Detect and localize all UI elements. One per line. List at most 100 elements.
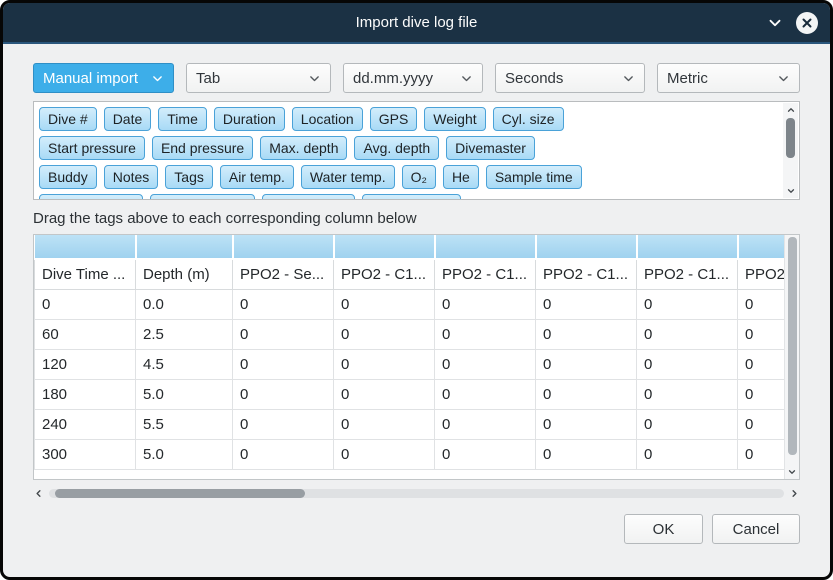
table-cell: 0: [334, 409, 435, 439]
table-row: 00.0000000: [35, 289, 801, 319]
chevron-down-icon: [777, 72, 790, 85]
chevron-down-icon: [308, 72, 321, 85]
tag-weight[interactable]: Weight: [424, 107, 485, 131]
tag-divemaster[interactable]: Divemaster: [446, 136, 535, 160]
dropdown-tab[interactable]: Tab: [186, 63, 331, 93]
dialog-content: Manual importTabdd.mm.yyyySecondsMetric …: [3, 63, 830, 544]
horizontal-scrollbar[interactable]: [33, 485, 800, 501]
titlebar[interactable]: Import dive log file: [3, 3, 830, 44]
table-cell: 0: [435, 439, 536, 469]
tag-sample-time[interactable]: Sample time: [486, 165, 582, 189]
table-row: 1204.5000000: [35, 349, 801, 379]
tag-water-temp[interactable]: Water temp.: [301, 165, 395, 189]
tag-o[interactable]: O₂: [402, 165, 436, 189]
tag-dive[interactable]: Dive #: [39, 107, 97, 131]
table-cell: 0: [435, 319, 536, 349]
close-button[interactable]: [796, 12, 818, 34]
table-cell: 0: [233, 409, 334, 439]
table-body: 00.0000000602.50000001204.50000001805.00…: [35, 289, 801, 469]
table-cell: 0: [233, 439, 334, 469]
drop-target-cell[interactable]: [334, 235, 435, 259]
table-cell: 300: [35, 439, 136, 469]
scroll-up-icon[interactable]: [786, 105, 796, 115]
tag-list: Dive # DateTime Duration Location GPSWeight C…: [34, 102, 799, 200]
dropdown-dd-mm-yyyy[interactable]: dd.mm.yyyy: [343, 63, 483, 93]
table-cell: 4.5: [136, 349, 233, 379]
table-cell: 0: [435, 289, 536, 319]
drop-target-cell[interactable]: [35, 235, 136, 259]
scrollbar-track[interactable]: [49, 489, 784, 498]
tag-duration[interactable]: Duration: [214, 107, 285, 131]
tag-he[interactable]: He: [443, 165, 479, 189]
tag-location[interactable]: Location: [292, 107, 363, 131]
drop-target-cell[interactable]: [136, 235, 233, 259]
tag-sample-cns[interactable]: Sample CNS: [362, 194, 461, 200]
dropdown-seconds[interactable]: Seconds: [495, 63, 645, 93]
scrollbar-handle[interactable]: [786, 118, 795, 158]
dropdown-value: Tab: [196, 70, 302, 87]
tag-date[interactable]: Date: [104, 107, 152, 131]
dropdown-metric[interactable]: Metric: [657, 63, 800, 93]
table-cell: 0: [536, 319, 637, 349]
column-header-ppo2-c1[interactable]: PPO2 - C1...: [334, 259, 435, 289]
table-cell: 5.0: [136, 439, 233, 469]
column-header-depth-m[interactable]: Depth (m): [136, 259, 233, 289]
column-header-dive-time[interactable]: Dive Time ...: [35, 259, 136, 289]
tag-row: Sample depth Sample temp. Sample pO₂ Sample…: [39, 194, 777, 200]
tag-row: Buddy NotesTags Air temp. Water temp. O₂ He Sa…: [39, 165, 777, 189]
dropdown-manual-import[interactable]: Manual import: [33, 63, 174, 93]
column-header-ppo2-se[interactable]: PPO2 - Se...: [233, 259, 334, 289]
tag-time[interactable]: Time: [158, 107, 207, 131]
table-header-row: Dive Time ...Depth (m)PPO2 - Se...PPO2 -…: [35, 259, 801, 289]
drop-target-cell[interactable]: [637, 235, 738, 259]
table-cell: 0: [334, 349, 435, 379]
table-cell: 0: [334, 319, 435, 349]
scroll-down-icon[interactable]: [786, 186, 796, 196]
table-cell: 0: [233, 379, 334, 409]
table-cell: 0: [536, 379, 637, 409]
table-vertical-scrollbar[interactable]: [784, 235, 799, 479]
scroll-right-icon[interactable]: [789, 488, 800, 499]
tag-start-pressure[interactable]: Start pressure: [39, 136, 145, 160]
table-cell: 5.0: [136, 379, 233, 409]
scroll-down-icon[interactable]: [785, 467, 799, 477]
tag-end-pressure[interactable]: End pressure: [152, 136, 253, 160]
chevron-down-icon[interactable]: [766, 14, 784, 32]
column-header-ppo2-c1[interactable]: PPO2 - C1...: [637, 259, 738, 289]
table-cell: 0: [536, 409, 637, 439]
drop-target-cell[interactable]: [233, 235, 334, 259]
tag-max-depth[interactable]: Max. depth: [260, 136, 347, 160]
tag-row: Dive # DateTime Duration Location GPSWeight C…: [39, 107, 777, 131]
tag-cyl-size[interactable]: Cyl. size: [493, 107, 564, 131]
table-cell: 240: [35, 409, 136, 439]
tag-tags[interactable]: Tags: [165, 165, 213, 189]
scrollbar-handle[interactable]: [55, 489, 305, 498]
tag-sample-depth[interactable]: Sample depth: [39, 194, 143, 200]
scroll-left-icon[interactable]: [33, 488, 44, 499]
tag-scrollbar[interactable]: [783, 103, 798, 198]
ok-button[interactable]: OK: [624, 514, 703, 544]
table-cell: 0: [435, 379, 536, 409]
chevron-down-icon: [622, 72, 635, 85]
cancel-button[interactable]: Cancel: [712, 514, 800, 544]
tag-gps[interactable]: GPS: [370, 107, 418, 131]
table-cell: 0: [536, 439, 637, 469]
tag-sample-po[interactable]: Sample pO₂: [262, 194, 355, 200]
table-cell: 0: [637, 439, 738, 469]
table-cell: 0.0: [136, 289, 233, 319]
tag-air-temp[interactable]: Air temp.: [220, 165, 294, 189]
scrollbar-handle[interactable]: [788, 237, 797, 455]
drop-target-cell[interactable]: [435, 235, 536, 259]
tag-notes[interactable]: Notes: [104, 165, 159, 189]
dropdown-value: Manual import: [43, 70, 145, 87]
tag-avg-depth[interactable]: Avg. depth: [354, 136, 439, 160]
table-cell: 0: [637, 349, 738, 379]
dropdown-value: dd.mm.yyyy: [353, 70, 454, 87]
tag-buddy[interactable]: Buddy: [39, 165, 97, 189]
column-header-ppo2-c1[interactable]: PPO2 - C1...: [536, 259, 637, 289]
column-header-ppo2-c1[interactable]: PPO2 - C1...: [435, 259, 536, 289]
table-cell: 0: [334, 289, 435, 319]
tag-sample-temp[interactable]: Sample temp.: [150, 194, 254, 200]
table-cell: 120: [35, 349, 136, 379]
drop-target-cell[interactable]: [536, 235, 637, 259]
